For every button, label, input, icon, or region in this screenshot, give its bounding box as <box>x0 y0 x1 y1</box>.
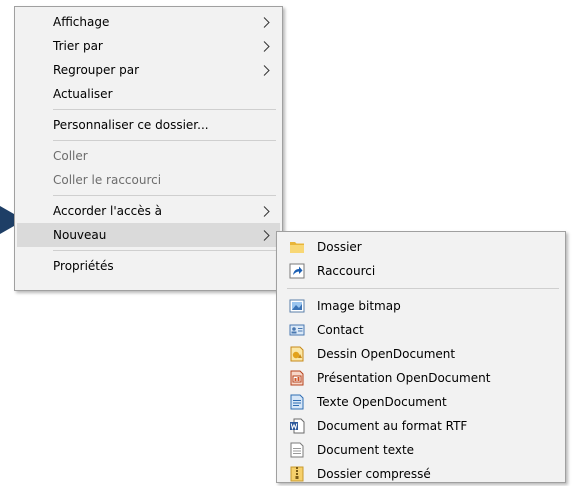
menu-item-coller-raccourci: Coller le raccourci <box>17 168 280 192</box>
menu-item-regrouper-par[interactable]: Regrouper par <box>17 58 280 82</box>
submenu-item-label: Document texte <box>317 443 415 457</box>
chevron-right-icon <box>263 65 270 76</box>
menu-item-accorder-acces[interactable]: Accorder l'accès à <box>17 199 280 223</box>
submenu-item-dessin-opendocument[interactable]: Dessin OpenDocument <box>279 342 563 366</box>
shortcut-icon <box>289 263 305 279</box>
menu-item-affichage[interactable]: Affichage <box>17 10 280 34</box>
menu-separator <box>53 195 276 196</box>
zip-folder-icon <box>290 466 304 482</box>
menu-item-label: Regrouper par <box>53 63 140 77</box>
menu-item-label: Nouveau <box>53 228 107 242</box>
submenu-item-label: Texte OpenDocument <box>317 395 447 409</box>
menu-item-personnaliser[interactable]: Personnaliser ce dossier... <box>17 113 280 137</box>
menu-separator <box>53 109 276 110</box>
context-menu: Affichage Trier par Regrouper par Actual… <box>14 6 283 291</box>
submenu-item-label: Document au format RTF <box>317 419 468 433</box>
submenu-item-dossier[interactable]: Dossier <box>279 235 563 259</box>
submenu-item-label: Contact <box>317 323 364 337</box>
menu-item-label: Affichage <box>53 15 110 29</box>
menu-item-trier-par[interactable]: Trier par <box>17 34 280 58</box>
submenu-item-label: Dossier compressé <box>317 467 431 481</box>
menu-item-label: Propriétés <box>53 259 114 273</box>
submenu-item-label: Raccourci <box>317 264 376 278</box>
chevron-right-icon <box>263 41 270 52</box>
submenu-item-presentation-opendocument[interactable]: Présentation OpenDocument <box>279 366 563 390</box>
menu-item-label: Personnaliser ce dossier... <box>53 118 209 132</box>
submenu-item-document-texte[interactable]: Document texte <box>279 438 563 462</box>
menu-separator <box>287 288 559 289</box>
new-submenu: Dossier Raccourci Image bitmap Contact D… <box>276 231 566 483</box>
opendocument-presentation-icon <box>290 370 304 386</box>
chevron-right-icon <box>263 230 270 241</box>
menu-item-proprietes[interactable]: Propriétés <box>17 254 280 278</box>
contact-card-icon <box>289 324 305 336</box>
submenu-item-dossier-compresse[interactable]: Dossier compressé <box>279 462 563 486</box>
submenu-item-label: Image bitmap <box>317 299 401 313</box>
menu-item-label: Coller <box>53 149 88 163</box>
menu-item-actualiser[interactable]: Actualiser <box>17 82 280 106</box>
submenu-item-document-rtf[interactable]: Document au format RTF <box>279 414 563 438</box>
menu-item-coller: Coller <box>17 144 280 168</box>
chevron-right-icon <box>263 206 270 217</box>
submenu-item-label: Dessin OpenDocument <box>317 347 456 361</box>
chevron-right-icon <box>263 17 270 28</box>
submenu-item-contact[interactable]: Contact <box>279 318 563 342</box>
submenu-item-texte-opendocument[interactable]: Texte OpenDocument <box>279 390 563 414</box>
submenu-item-image-bitmap[interactable]: Image bitmap <box>279 294 563 318</box>
menu-separator <box>53 250 276 251</box>
menu-item-nouveau[interactable]: Nouveau <box>17 223 280 247</box>
opendocument-text-icon <box>290 394 304 410</box>
bitmap-image-icon <box>289 299 305 313</box>
submenu-item-raccourci[interactable]: Raccourci <box>279 259 563 283</box>
folder-icon <box>290 242 304 253</box>
menu-item-label: Accorder l'accès à <box>53 204 162 218</box>
opendocument-drawing-icon <box>290 346 304 362</box>
submenu-item-label: Dossier <box>317 240 362 254</box>
rtf-document-icon <box>290 418 305 434</box>
menu-item-label: Coller le raccourci <box>53 173 162 187</box>
submenu-item-label: Présentation OpenDocument <box>317 371 491 385</box>
menu-separator <box>53 140 276 141</box>
text-document-icon <box>290 442 304 458</box>
menu-item-label: Actualiser <box>53 87 113 101</box>
menu-item-label: Trier par <box>53 39 103 53</box>
